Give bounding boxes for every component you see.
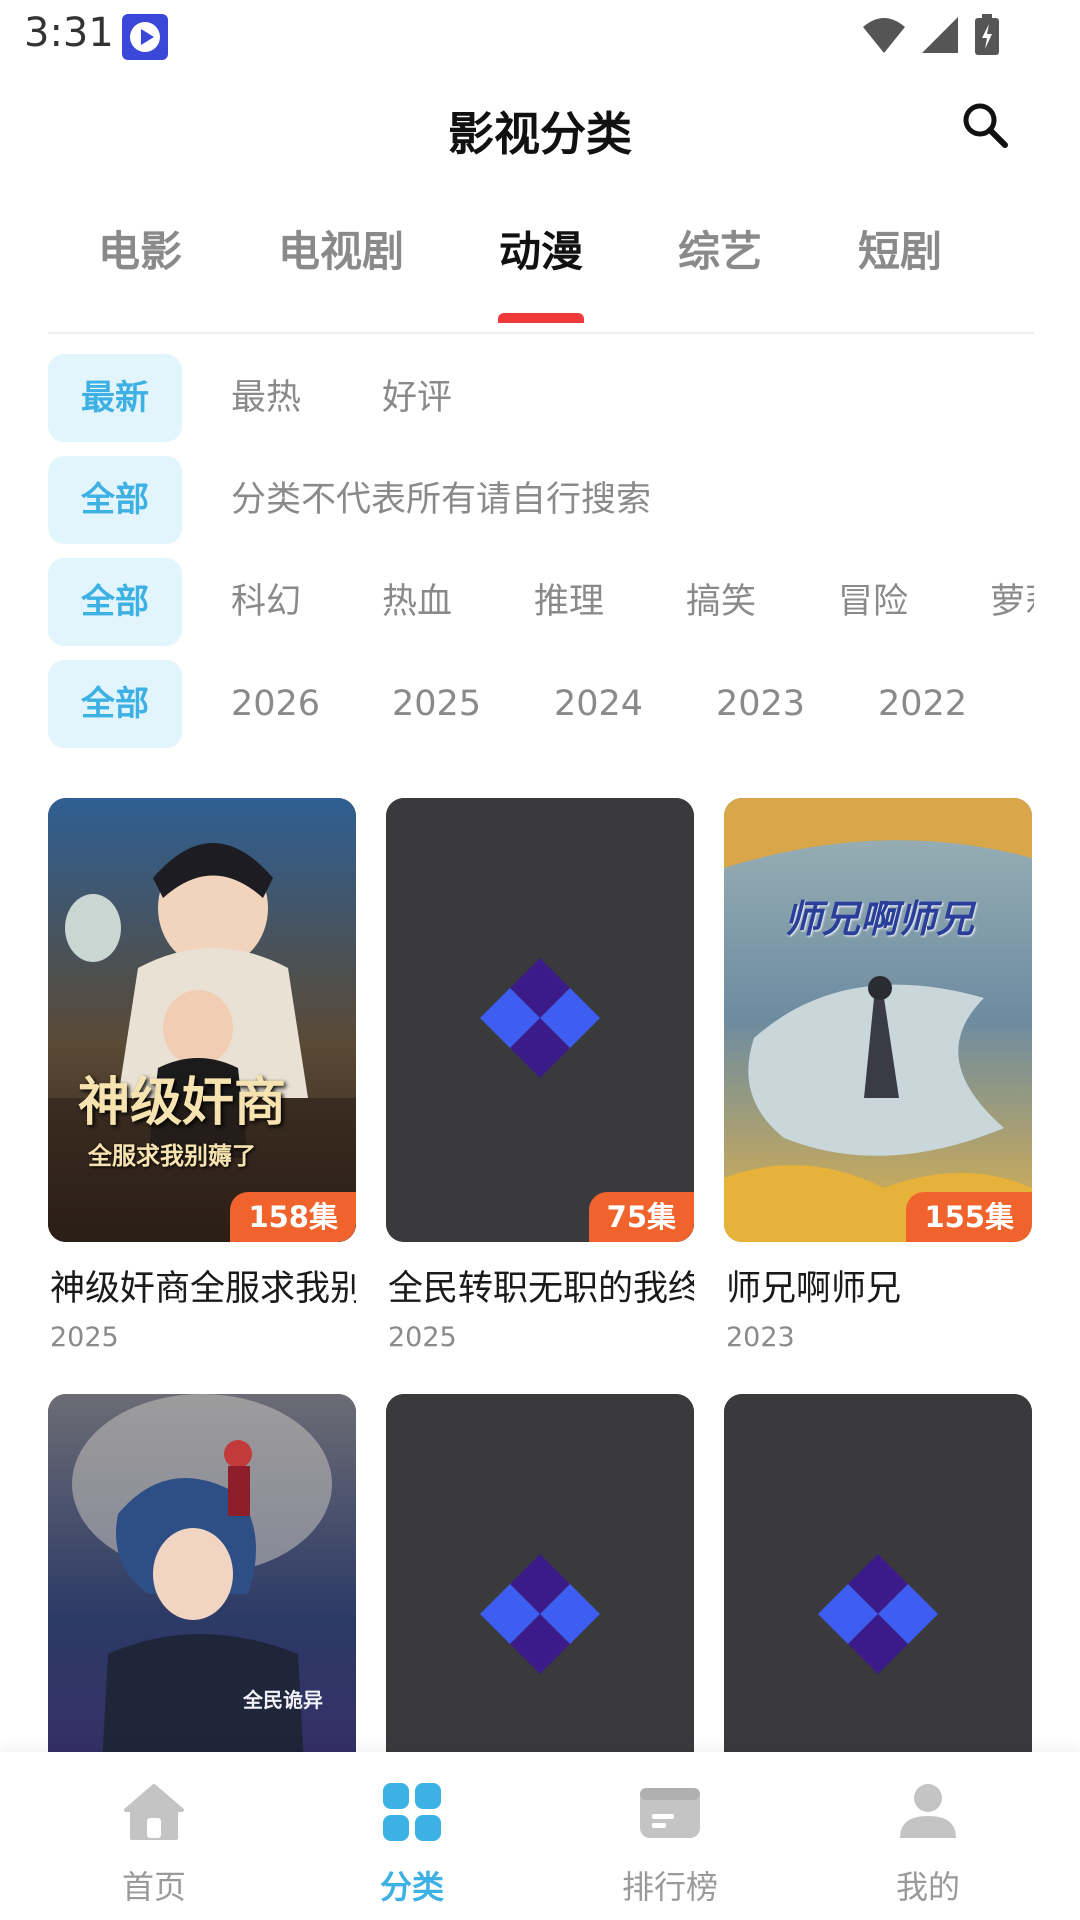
video-year: 2023 <box>726 1322 795 1353</box>
sort-option-selected[interactable]: 最新 <box>48 354 182 442</box>
tab-anime[interactable]: 动漫 <box>499 218 583 279</box>
year-filter-row: 全部 2026 2025 2024 2023 2022 <box>48 660 1034 750</box>
genre-filter-row: 全部 科幻 热血 推理 搞笑 冒险 萝莉 <box>48 558 1034 648</box>
category-tabs: 电影 电视剧 动漫 综艺 短剧 <box>0 218 1080 328</box>
episode-count-badge: 155集 <box>906 1192 1032 1242</box>
tab-movie[interactable]: 电影 <box>98 218 182 279</box>
tab-variety[interactable]: 综艺 <box>678 218 762 279</box>
poster-image: 师兄啊师兄 155集 <box>724 798 1032 1242</box>
sort-filter-row: 最新 最热 好评 <box>48 354 1034 444</box>
sort-option[interactable]: 好评 <box>382 354 452 442</box>
genre-option[interactable]: 科幻 <box>231 558 301 646</box>
video-title: 神级奸商全服求我别薅了 <box>50 1269 356 1309</box>
ranking-icon <box>640 1788 700 1838</box>
video-card[interactable]: 75集 全民转职无职的我终结了 2025 <box>386 798 694 1358</box>
home-icon <box>124 1784 184 1840</box>
poster-image: 神级奸商 全服求我别薅了 158集 <box>48 798 356 1242</box>
episode-count-badge: 158集 <box>230 1192 356 1242</box>
video-card[interactable]: 师兄啊师兄 155集 师兄啊师兄 2023 <box>724 798 1032 1358</box>
nav-ranking[interactable]: 排行榜 <box>570 1752 770 1920</box>
video-title: 师兄啊师兄 <box>726 1269 902 1309</box>
nav-category[interactable]: 分类 <box>312 1752 512 1920</box>
poster-placeholder: 75集 <box>386 798 694 1242</box>
genre-option[interactable]: 热血 <box>382 558 452 646</box>
nav-label: 分类 <box>379 1868 444 1906</box>
genre-option[interactable]: 推理 <box>534 558 604 646</box>
genre-option[interactable]: 搞笑 <box>686 558 756 646</box>
active-tab-indicator <box>498 313 584 323</box>
battery-icon <box>975 14 999 55</box>
year-option[interactable]: 2023 <box>716 660 805 748</box>
video-card[interactable]: 神级奸商 全服求我别薅了 158集 神级奸商全服求我别薅了 2025 <box>48 798 356 1358</box>
video-year: 2025 <box>388 1322 457 1353</box>
video-title: 全民转职无职的我终结了 <box>388 1269 694 1309</box>
genre-option[interactable]: 冒险 <box>838 558 908 646</box>
year-option[interactable]: 2025 <box>392 660 481 748</box>
year-option[interactable]: 2026 <box>231 660 320 748</box>
nav-home[interactable]: 首页 <box>54 1752 254 1920</box>
year-option[interactable]: 2024 <box>554 660 643 748</box>
poster-tag: 全民诡异 <box>243 1688 323 1712</box>
category-option-selected[interactable]: 全部 <box>48 456 182 544</box>
placeholder-logo-icon <box>386 798 694 1242</box>
poster-title: 神级奸商 <box>78 1072 287 1133</box>
year-option-selected[interactable]: 全部 <box>48 660 182 748</box>
poster-subtitle: 全服求我别薅了 <box>88 1141 256 1170</box>
page-title: 影视分类 <box>448 107 632 161</box>
search-icon <box>963 103 1008 148</box>
year-option[interactable]: 2022 <box>878 660 967 748</box>
tab-tv-series[interactable]: 电视剧 <box>278 218 404 279</box>
nav-profile[interactable]: 我的 <box>828 1752 1028 1920</box>
genre-option-selected[interactable]: 全部 <box>48 558 182 646</box>
category-grid-icon <box>383 1783 441 1841</box>
app-notification-icon <box>122 14 168 60</box>
divider <box>48 332 1034 334</box>
episode-count-badge: 75集 <box>588 1192 694 1242</box>
genre-option[interactable]: 萝莉 <box>990 558 1034 646</box>
category-filter-row: 全部 分类不代表所有请自行搜索 <box>48 456 1034 546</box>
signal-icon <box>922 17 958 53</box>
status-time: 3:31 <box>24 10 114 56</box>
profile-icon <box>900 1784 956 1838</box>
wifi-icon <box>863 18 905 53</box>
nav-label: 排行榜 <box>621 1868 718 1906</box>
category-note: 分类不代表所有请自行搜索 <box>231 480 652 520</box>
tab-short-drama[interactable]: 短剧 <box>858 218 942 279</box>
nav-label: 我的 <box>895 1868 960 1906</box>
search-button[interactable] <box>958 98 1012 152</box>
sort-option[interactable]: 最热 <box>231 354 301 442</box>
nav-label: 首页 <box>121 1868 186 1906</box>
video-year: 2025 <box>50 1322 119 1353</box>
status-bar: 3:31 <box>0 0 1080 74</box>
poster-title: 师兄啊师兄 <box>784 896 975 941</box>
bottom-navigation: 首页 分类 排行榜 我的 <box>0 1752 1080 1920</box>
